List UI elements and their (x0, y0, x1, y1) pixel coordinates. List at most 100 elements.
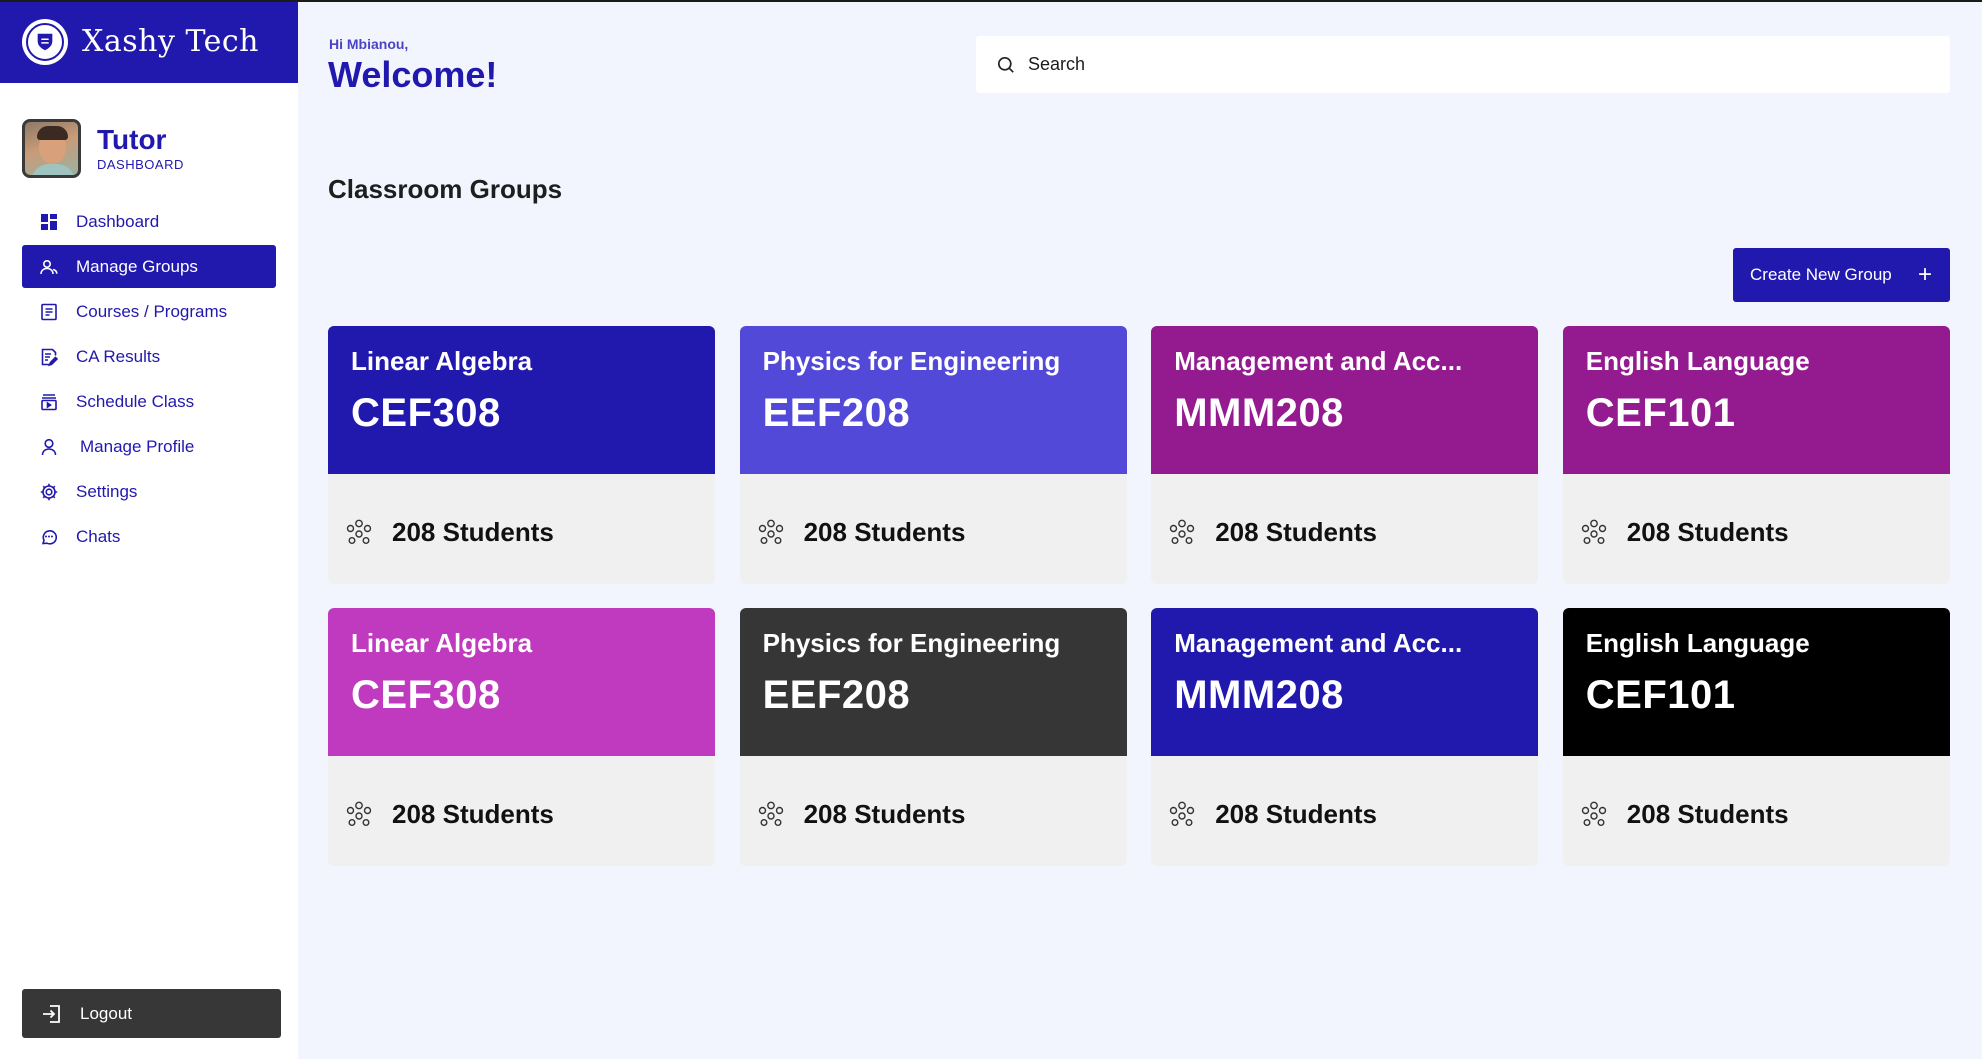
group-grid: Linear Algebra CEF308 208 Students Physi… (328, 326, 1950, 866)
group-card-header: English Language CEF101 (1562, 326, 1950, 474)
students-icon (758, 801, 783, 827)
group-name: English Language (1585, 346, 1810, 376)
group-card-footer: 208 Students (740, 756, 1127, 866)
students-icon (1169, 801, 1195, 827)
students-icon (346, 801, 372, 827)
user-icon (38, 436, 60, 458)
group-card[interactable]: Management and Acc... MMM208 208 Student… (1151, 608, 1539, 866)
group-code: EEF208 (762, 391, 911, 435)
group-code: CEF308 (351, 391, 501, 435)
logout-label: Logout (80, 1003, 132, 1023)
group-card[interactable]: English Language CEF101 208 Students (1562, 326, 1950, 584)
group-card-header: Linear Algebra CEF308 (328, 608, 715, 756)
student-count: 208 Students (1626, 516, 1789, 547)
student-count: 208 Students (392, 798, 554, 829)
group-card-footer: 208 Students (328, 474, 715, 584)
student-count: 208 Students (1215, 516, 1378, 547)
students-icon (346, 519, 372, 545)
profile-subtitle: DASHBOARD (97, 157, 184, 172)
chat-icon (38, 526, 60, 548)
window-top-border (0, 0, 1982, 2)
sidebar-item-manage-groups[interactable]: Manage Groups (22, 245, 276, 288)
section-title: Classroom Groups (328, 174, 563, 204)
group-card[interactable]: Management and Acc... MMM208 208 Student… (1151, 326, 1539, 584)
group-card[interactable]: English Language CEF101 208 Students (1562, 608, 1950, 866)
sidebar-item-label: Schedule Class (76, 391, 195, 411)
group-code: CEF101 (1585, 391, 1736, 435)
group-name: Physics for Engineering (762, 628, 1061, 658)
group-card-header: Physics for Engineering EEF208 (739, 326, 1127, 474)
sidebar-item-courses-programs[interactable]: Courses / Programs (22, 290, 276, 333)
page-title: Welcome! (328, 54, 498, 95)
students-icon (1581, 519, 1606, 545)
sidebar-item-label: Manage Groups (76, 256, 198, 276)
students-icon (1169, 519, 1195, 545)
group-name: Linear Algebra (351, 346, 533, 376)
group-card-footer: 208 Students (1151, 474, 1538, 584)
sidebar-item-schedule-class[interactable]: Schedule Class (22, 380, 276, 423)
group-card-footer: 208 Students (1563, 474, 1950, 584)
group-card[interactable]: Physics for Engineering EEF208 208 Stude… (739, 608, 1127, 866)
search-icon (997, 56, 1014, 73)
search-bar[interactable] (976, 36, 1950, 93)
group-code: CEF308 (351, 673, 501, 717)
group-card-footer: 208 Students (1563, 756, 1950, 866)
group-name: Management and Acc... (1174, 628, 1463, 658)
profile-role: Tutor (97, 124, 167, 155)
students-icon (758, 519, 783, 545)
document-icon (38, 301, 60, 323)
group-card-header: English Language CEF101 (1562, 608, 1950, 756)
sidebar-item-dashboard[interactable]: Dashboard (22, 200, 276, 243)
group-card-header: Management and Acc... MMM208 (1151, 608, 1539, 756)
group-card-header: Linear Algebra CEF308 (328, 326, 715, 474)
sidebar: Xashy Tech Tutor DASHBOARD Dashboard Man… (0, 0, 298, 1059)
greeting-text: Hi Mbianou, (329, 36, 409, 52)
sidebar-nav: Dashboard Manage Groups Courses / Progra… (0, 200, 298, 558)
gear-icon (38, 481, 60, 503)
group-card[interactable]: Linear Algebra CEF308 208 Students (328, 326, 715, 584)
group-name: Management and Acc... (1174, 346, 1463, 376)
student-count: 208 Students (1626, 798, 1789, 829)
brand-name: Xashy Tech (82, 24, 260, 59)
sidebar-item-label: Dashboard (76, 211, 160, 231)
student-count: 208 Students (392, 516, 554, 547)
group-code: EEF208 (762, 673, 911, 717)
group-card-footer: 208 Students (328, 756, 715, 866)
sidebar-item-label: Chats (76, 526, 121, 546)
sidebar-item-label: CA Results (76, 346, 161, 366)
sidebar-item-label: Courses / Programs (76, 301, 228, 321)
logout-icon (43, 1004, 60, 1023)
sidebar-item-label: Settings (76, 481, 138, 501)
group-card-header: Physics for Engineering EEF208 (739, 608, 1127, 756)
group-card[interactable]: Physics for Engineering EEF208 208 Stude… (739, 326, 1127, 584)
sidebar-item-manage-profile[interactable]: Manage Profile (22, 425, 276, 468)
sidebar-item-label: Manage Profile (80, 436, 195, 456)
sidebar-item-ca-results[interactable]: CA Results (22, 335, 276, 378)
student-count: 208 Students (1215, 798, 1378, 829)
group-card-header: Management and Acc... MMM208 (1151, 326, 1539, 474)
sidebar-item-settings[interactable]: Settings (22, 470, 276, 513)
student-count: 208 Students (803, 516, 966, 547)
brand-header[interactable]: Xashy Tech (0, 0, 298, 83)
group-code: MMM208 (1174, 391, 1344, 435)
grid-icon (38, 211, 60, 233)
create-new-group-label: Create New Group (1750, 265, 1892, 284)
search-input[interactable] (1028, 54, 1908, 75)
profile-card: Tutor DASHBOARD (0, 83, 298, 178)
group-code: MMM208 (1174, 673, 1344, 717)
group-card[interactable]: Linear Algebra CEF308 208 Students (328, 608, 715, 866)
sidebar-item-chats[interactable]: Chats (22, 515, 276, 558)
users-icon (38, 256, 60, 278)
group-code: CEF101 (1585, 673, 1736, 717)
group-name: Linear Algebra (351, 628, 533, 658)
group-card-footer: 208 Students (740, 474, 1127, 584)
group-name: Physics for Engineering (762, 346, 1061, 376)
create-new-group-button[interactable]: Create New Group + (1733, 248, 1950, 302)
group-name: English Language (1585, 628, 1810, 658)
calendar-icon (38, 391, 60, 413)
plus-icon: + (1917, 261, 1932, 288)
avatar[interactable] (22, 119, 81, 178)
student-count: 208 Students (803, 798, 966, 829)
logout-button[interactable]: Logout (22, 989, 281, 1038)
group-card-footer: 208 Students (1151, 756, 1538, 866)
